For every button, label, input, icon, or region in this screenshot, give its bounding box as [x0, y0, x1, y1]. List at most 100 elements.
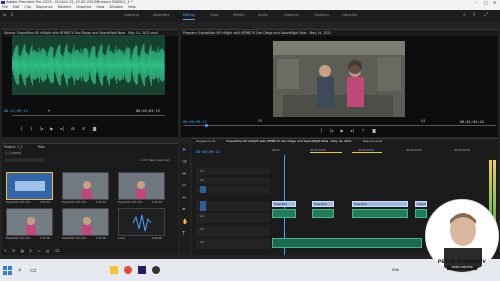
- source-scrubber[interactable]: [12, 115, 165, 116]
- fullscreen-icon[interactable]: ⤢: [484, 12, 488, 18]
- audio-clip[interactable]: [415, 209, 427, 218]
- timeline-ruler[interactable]: 00;00 00;00;14;29 00;00;29;29 00;00;44;2…: [270, 149, 496, 155]
- insert-icon[interactable]: ⊞: [71, 126, 74, 131]
- source-patch-v1[interactable]: [200, 186, 206, 193]
- track-header-v2[interactable]: V2: [196, 177, 270, 184]
- menu-sequence[interactable]: Sequence: [36, 5, 53, 9]
- menu-file[interactable]: File: [2, 5, 8, 9]
- list-view-icon[interactable]: ☰: [12, 249, 15, 253]
- prog-lift-icon[interactable]: ⇡: [361, 128, 364, 133]
- workspace-editing[interactable]: Editing: [183, 13, 195, 17]
- selection-tool-icon[interactable]: ➤: [182, 147, 186, 153]
- delete-icon[interactable]: ⌫: [54, 249, 59, 253]
- project-tab[interactable]: Project: 1_1: [4, 145, 23, 149]
- chrome-icon[interactable]: [124, 266, 132, 274]
- source-patch-a1[interactable]: [200, 201, 206, 211]
- export-frame-icon[interactable]: ◙: [93, 126, 97, 131]
- music-audio-clip[interactable]: [272, 238, 422, 248]
- workspace-effects[interactable]: Effects: [233, 13, 245, 17]
- sort-icon[interactable]: ⇅: [29, 249, 32, 253]
- menu-clip[interactable]: Clip: [24, 5, 30, 9]
- audio-clip[interactable]: [352, 209, 408, 218]
- step-forward-icon[interactable]: ▸|: [61, 126, 64, 131]
- language-indicator[interactable]: ENG: [392, 268, 399, 272]
- project-search-input[interactable]: [5, 158, 45, 162]
- source-waveform[interactable]: [11, 35, 165, 95]
- home-icon[interactable]: ⌂: [3, 12, 6, 18]
- video-clip[interactable]: Expedition: [312, 201, 334, 207]
- workspace-captions[interactable]: Captions: [314, 13, 329, 17]
- tab-sequence-01[interactable]: Sequence 01: [196, 139, 216, 143]
- project-item-thumbnail[interactable]: [62, 172, 109, 200]
- video-clip[interactable]: Expedition: [272, 201, 296, 207]
- project-item-thumbnail[interactable]: [118, 208, 165, 236]
- audio-clip[interactable]: [312, 209, 334, 218]
- new-bin-icon[interactable]: ▭: [37, 249, 40, 253]
- program-scrubber[interactable]: [183, 125, 496, 126]
- menu-markers[interactable]: Markers: [58, 5, 72, 9]
- tab-expedition-sequence[interactable]: Expedition 65 Inflight with KFMB-TV San …: [227, 139, 352, 143]
- track-header-v3[interactable]: V3: [196, 168, 270, 175]
- track-header-a2[interactable]: A2: [196, 213, 270, 223]
- prog-mark-in-icon[interactable]: {: [320, 128, 323, 133]
- menu-window[interactable]: Window: [109, 5, 122, 9]
- source-marker-icon[interactable]: ▾: [48, 108, 50, 113]
- new-item-icon[interactable]: ▤: [46, 249, 49, 253]
- prog-play-icon[interactable]: ▶: [340, 128, 343, 133]
- mark-out-icon[interactable]: }: [30, 126, 33, 131]
- program-resolution-select[interactable]: 1/4: [420, 119, 425, 123]
- prog-export-frame-icon[interactable]: ◙: [372, 128, 376, 133]
- slip-tool-icon[interactable]: ⇔: [182, 195, 186, 201]
- video-clip[interactable]: Expedition: [415, 201, 427, 207]
- premiere-icon[interactable]: [138, 266, 146, 274]
- task-view-icon[interactable]: ▭: [30, 266, 38, 274]
- menu-graphics[interactable]: Graphics: [76, 5, 91, 9]
- project-item-thumbnail[interactable]: [118, 172, 165, 200]
- audio-clip[interactable]: [272, 209, 296, 218]
- project-item-thumbnail[interactable]: [6, 172, 53, 200]
- import-icon[interactable]: ⇩: [10, 12, 14, 18]
- menu-edit[interactable]: Edit: [13, 5, 20, 9]
- pen-tool-icon[interactable]: ✒: [182, 207, 186, 213]
- track-header-a4[interactable]: A4: [196, 239, 270, 249]
- workspace-audio[interactable]: Audio: [258, 13, 268, 17]
- step-back-icon[interactable]: |◂: [40, 126, 43, 131]
- workspace-graphics[interactable]: Graphics: [284, 13, 299, 17]
- search-icon[interactable]: ⌕: [463, 12, 466, 18]
- files-tab[interactable]: Files: [38, 145, 45, 149]
- workspace-libraries[interactable]: Libraries: [342, 13, 357, 17]
- file-explorer-icon[interactable]: [110, 266, 118, 274]
- program-playhead[interactable]: [205, 124, 208, 127]
- play-icon[interactable]: ▶: [50, 126, 53, 131]
- prog-step-forward-icon[interactable]: ▸|: [351, 128, 354, 133]
- work-area-bar[interactable]: [310, 152, 342, 153]
- track-header-v1[interactable]: V1: [196, 186, 270, 193]
- workspace-assembly[interactable]: Assembly: [153, 13, 169, 17]
- track-header-a1[interactable]: A1: [196, 201, 270, 211]
- tab-sequence-02[interactable]: Sequence 02: [363, 139, 383, 143]
- obs-icon[interactable]: [152, 266, 160, 274]
- program-fit-select[interactable]: Fit: [258, 119, 262, 123]
- ripple-edit-tool-icon[interactable]: ⇹: [182, 171, 186, 177]
- workspace-color[interactable]: Color: [210, 13, 219, 17]
- pen-icon[interactable]: ✎: [4, 249, 7, 253]
- type-tool-icon[interactable]: T: [182, 231, 185, 237]
- mark-in-icon[interactable]: {: [20, 126, 23, 131]
- track-select-tool-icon[interactable]: ⇉: [182, 159, 186, 165]
- workspace-learning[interactable]: Learning: [124, 13, 139, 17]
- overwrite-icon[interactable]: ⊟: [82, 126, 85, 131]
- menu-view[interactable]: View: [96, 5, 104, 9]
- prog-step-back-icon[interactable]: |◂: [330, 128, 333, 133]
- track-header-a3[interactable]: A3: [196, 226, 270, 236]
- windows-start-icon[interactable]: [3, 266, 12, 275]
- work-area-bar[interactable]: [352, 152, 382, 153]
- menu-help[interactable]: Help: [128, 5, 136, 9]
- search-icon[interactable]: ⌕: [18, 266, 26, 274]
- hand-tool-icon[interactable]: ✋: [182, 219, 188, 225]
- video-clip[interactable]: Expedition: [352, 201, 408, 207]
- project-item-thumbnail[interactable]: [6, 208, 53, 236]
- project-item-thumbnail[interactable]: [62, 208, 109, 236]
- share-icon[interactable]: ⇪: [472, 12, 476, 18]
- icon-view-icon[interactable]: ▦: [21, 249, 24, 253]
- razor-tool-icon[interactable]: ✂: [182, 183, 186, 189]
